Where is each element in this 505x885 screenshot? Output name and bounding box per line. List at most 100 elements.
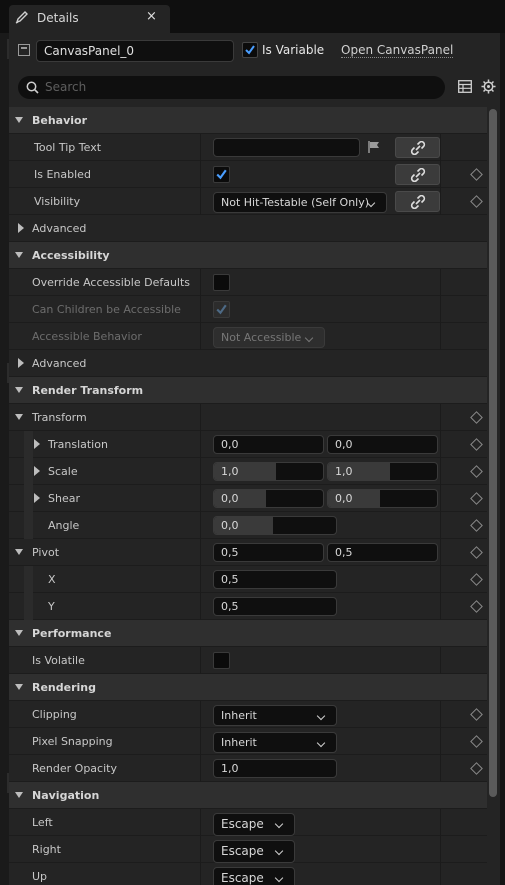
render-opacity-input[interactable]: 1,0 [213,759,337,778]
is-variable-checkbox[interactable] [242,42,258,58]
group-label: Advanced [32,357,87,370]
chevron-down-icon[interactable] [15,414,23,420]
prop-label: Visibility [34,195,81,208]
diamond-keyframe-icon[interactable] [470,708,483,721]
tooltip-text-input[interactable] [213,138,360,157]
angle-input[interactable]: 0,0 [213,516,337,535]
search-icon [26,81,39,94]
scale-y-input[interactable]: 1,0 [327,462,438,481]
bind-button[interactable] [395,164,440,185]
chevron-down-icon [304,333,314,343]
chevron-right-icon[interactable] [34,439,40,449]
diamond-keyframe-icon[interactable] [470,195,483,208]
diamond-keyframe-icon[interactable] [470,465,483,478]
pencil-icon [15,11,28,24]
category-behavior[interactable]: Behavior [9,107,487,134]
group-advanced-accessibility[interactable]: Advanced [9,350,487,377]
chevron-right-icon[interactable] [34,493,40,503]
prop-transform[interactable]: Transform [9,404,487,431]
diamond-keyframe-icon[interactable] [470,168,483,181]
check-icon [216,304,227,315]
object-header: CanvasPanel_0 Is Variable Open CanvasPan… [9,33,500,70]
flag-icon[interactable] [367,140,381,154]
pivot-x-summary[interactable]: 0,5 [213,543,324,562]
clipping-dropdown[interactable]: Inherit [213,705,337,726]
open-canvaspanel-link[interactable]: Open CanvasPanel [341,43,454,58]
category-navigation[interactable]: Navigation [9,782,487,809]
is-volatile-checkbox[interactable] [213,652,230,669]
chevron-down-icon[interactable] [15,387,23,393]
chevron-down-icon[interactable] [15,792,23,798]
diamond-keyframe-icon[interactable] [470,735,483,748]
diamond-keyframe-icon[interactable] [470,600,483,613]
prop-tooltip-text: Tool Tip Text [9,134,487,161]
tab-details[interactable]: Details × [9,5,170,33]
pivot-x-input[interactable]: 0,5 [213,570,337,589]
prop-label: Translation [48,438,108,451]
chevron-right-icon[interactable] [34,466,40,476]
prop-angle: Angle 0,0 [9,512,487,539]
left-dock-strip [0,33,9,885]
scale-x-input[interactable]: 1,0 [213,462,324,481]
shear-x-input[interactable]: 0,0 [213,489,324,508]
table-view-icon[interactable] [458,80,472,93]
diamond-keyframe-icon[interactable] [470,546,483,559]
prop-pixel-snapping: Pixel Snapping Inherit [9,728,487,755]
prop-label: Angle [48,519,80,532]
bind-button[interactable] [395,137,440,158]
shear-y-input[interactable]: 0,0 [327,489,438,508]
diamond-keyframe-icon[interactable] [470,438,483,451]
chevron-down-icon[interactable] [15,117,23,123]
prop-accessible-behavior: Accessible Behavior Not Accessible [9,323,487,350]
translation-x-input[interactable]: 0,0 [213,435,324,454]
prop-override-accessible-defaults: Override Accessible Defaults [9,269,487,296]
close-icon[interactable]: × [146,9,157,24]
category-rendering[interactable]: Rendering [9,674,487,701]
nav-right-dropdown[interactable]: Escape [213,840,295,863]
prop-label: Clipping [32,708,77,721]
visibility-dropdown[interactable]: Not Hit-Testable (Self Only) [213,192,387,213]
translation-y-input[interactable]: 0,0 [327,435,438,454]
chevron-down-icon[interactable] [15,684,23,690]
category-label: Navigation [32,789,100,802]
pivot-y-summary[interactable]: 0,5 [327,543,438,562]
details-panel: CanvasPanel_0 Is Variable Open CanvasPan… [9,33,500,885]
accessible-behavior-dropdown[interactable]: Not Accessible [213,327,325,348]
nav-left-dropdown[interactable]: Escape [213,813,295,836]
chevron-right-icon[interactable] [18,223,24,233]
prop-pivot[interactable]: Pivot 0,5 0,5 [9,539,487,566]
diamond-keyframe-icon[interactable] [470,573,483,586]
chevron-down-icon[interactable] [15,252,23,258]
category-label: Rendering [32,681,96,694]
category-label: Render Transform [32,384,144,397]
category-render-transform[interactable]: Render Transform [9,377,487,404]
children-accessible-checkbox[interactable] [213,301,230,318]
scrollbar-thumb[interactable] [489,109,497,797]
group-advanced[interactable]: Advanced [9,215,487,242]
chevron-right-icon[interactable] [18,358,24,368]
chevron-down-icon[interactable] [15,630,23,636]
prop-label: Pixel Snapping [32,735,113,748]
diamond-keyframe-icon[interactable] [470,411,483,424]
override-accessible-checkbox[interactable] [213,274,230,291]
category-performance[interactable]: Performance [9,620,487,647]
nav-up-dropdown[interactable]: Escape [213,867,295,885]
is-enabled-checkbox[interactable] [213,166,230,183]
diamond-keyframe-icon[interactable] [470,519,483,532]
diamond-keyframe-icon[interactable] [470,492,483,505]
prop-label: Pivot [32,546,60,559]
object-name-field[interactable]: CanvasPanel_0 [36,40,234,62]
pixel-snapping-dropdown[interactable]: Inherit [213,732,337,753]
tab-title: Details [37,11,79,25]
prop-shear: Shear 0,0 0,0 [9,485,487,512]
gear-icon[interactable] [481,79,496,94]
bind-button[interactable] [395,191,440,212]
search-input[interactable]: Search [18,76,445,99]
chevron-down-icon[interactable] [15,549,23,555]
diamond-keyframe-icon[interactable] [470,762,483,775]
prop-is-volatile: Is Volatile [9,647,487,674]
accessible-behavior-value: Not Accessible [221,331,302,344]
category-accessibility[interactable]: Accessibility [9,242,487,269]
pivot-y-input[interactable]: 0,5 [213,597,337,616]
prop-pivot-y: Y 0,5 [9,593,487,620]
